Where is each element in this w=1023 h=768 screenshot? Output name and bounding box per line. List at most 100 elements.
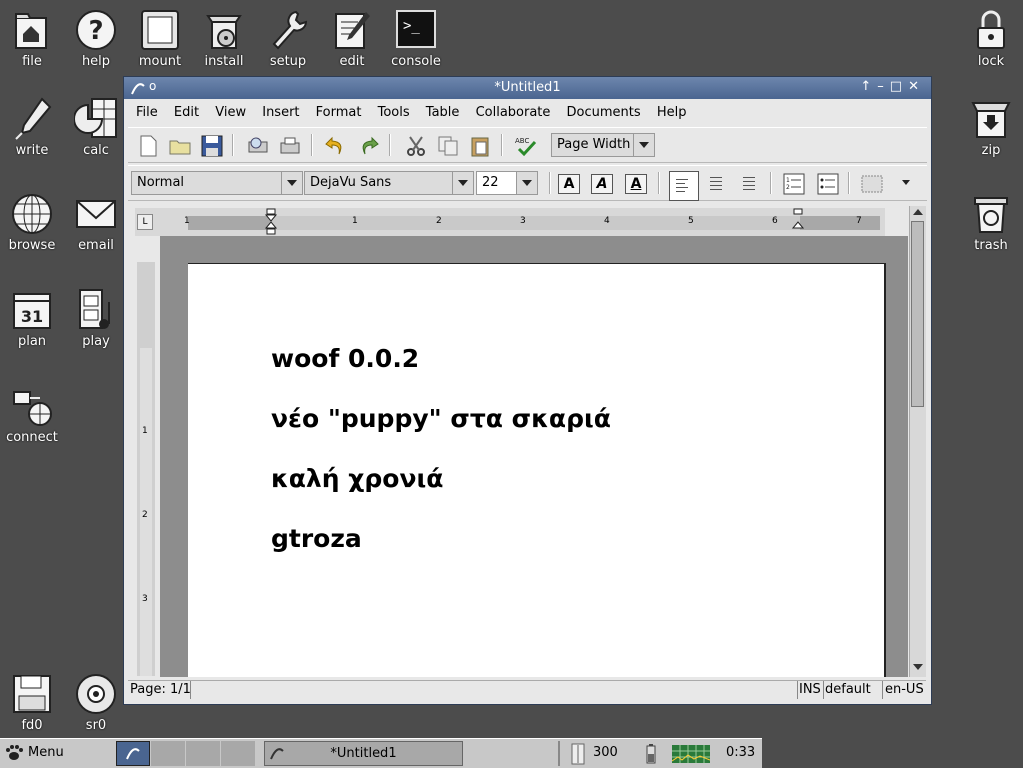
align-center-button[interactable] <box>704 172 728 196</box>
menu-documents[interactable]: Documents <box>567 105 641 120</box>
cut-icon[interactable] <box>404 134 428 158</box>
redo-icon[interactable] <box>356 134 380 158</box>
close-button[interactable]: ✕ <box>908 79 925 94</box>
desktop-icon-mount[interactable]: mount <box>128 8 192 69</box>
numbered-list-icon[interactable]: 12 <box>782 172 806 196</box>
desktop-icon-write[interactable]: write <box>0 97 64 158</box>
ruler-number: 2 <box>436 216 442 226</box>
desktop-icon-calc[interactable]: calc <box>64 97 128 158</box>
desktop-pager-1[interactable] <box>116 741 150 766</box>
start-menu-button[interactable]: Menu <box>2 741 92 766</box>
bold-button[interactable]: A <box>558 174 580 194</box>
clock[interactable]: 0:33 <box>726 745 755 760</box>
window-titlebar[interactable]: o *Untitled1 ↑–□✕ <box>124 77 931 99</box>
home-folder-icon <box>15 13 47 49</box>
chevron-down-icon[interactable] <box>516 172 537 194</box>
desktop-icon-help[interactable]: ? help <box>64 8 128 69</box>
desktop-icon-sr0[interactable]: sr0 <box>64 672 128 733</box>
desktop-icon-email[interactable]: email <box>64 192 128 253</box>
document-area[interactable]: woof 0.0.2 νέο "puppy" στα σκαριά καλή χ… <box>160 236 908 677</box>
chevron-down-icon[interactable] <box>281 172 302 194</box>
scroll-down-arrow[interactable] <box>913 664 923 670</box>
menu-table[interactable]: Table <box>426 105 460 120</box>
zoom-select[interactable]: Page Width <box>551 133 655 157</box>
desktop-icon-lock[interactable]: lock <box>959 8 1023 69</box>
paragraph-3[interactable]: καλή χρονιά <box>271 464 443 493</box>
app-icon <box>126 748 140 760</box>
desktop-icon-label: edit <box>339 54 365 69</box>
vertical-ruler[interactable]: 1 2 3 <box>137 262 155 676</box>
desktop-icon-label: install <box>204 54 244 69</box>
desktop-icon-file[interactable]: file <box>0 8 64 69</box>
battery-icon[interactable] <box>646 744 656 764</box>
chevron-down-icon[interactable] <box>633 134 654 156</box>
menu-edit[interactable]: Edit <box>174 105 199 120</box>
menu-collaborate[interactable]: Collaborate <box>476 105 551 120</box>
open-folder-icon[interactable] <box>168 134 192 158</box>
desktop-icon-browse[interactable]: browse <box>0 192 64 253</box>
scroll-up-arrow[interactable] <box>913 209 923 215</box>
network-plug-icon <box>13 391 52 426</box>
paw-icon <box>6 745 23 760</box>
desktop-icon-connect[interactable]: connect <box>0 384 64 445</box>
desktop-icon-fd0[interactable]: fd0 <box>0 672 64 733</box>
align-right-button[interactable] <box>737 172 761 196</box>
vertical-scrollbar[interactable] <box>909 206 926 677</box>
maximize-button[interactable]: □ <box>890 79 908 94</box>
paragraph-2[interactable]: νέο "puppy" στα σκαριά <box>271 404 611 433</box>
copy-icon[interactable] <box>436 134 460 158</box>
desktop-icon-console[interactable]: >_ console <box>384 8 448 69</box>
desktop-pager-3[interactable] <box>186 741 220 766</box>
desktop-pager-2[interactable] <box>151 741 185 766</box>
network-monitor-icon[interactable] <box>672 745 710 763</box>
new-document-icon[interactable] <box>136 134 160 158</box>
desktop-icon-play[interactable]: play <box>64 288 128 349</box>
horizontal-ruler[interactable]: L 1 1 2 3 4 5 6 7 <box>135 208 885 236</box>
align-left-button[interactable] <box>669 171 699 201</box>
right-indent-marker[interactable] <box>792 208 804 236</box>
desktop-icon-edit[interactable]: edit <box>320 8 384 69</box>
desktop-icon-zip[interactable]: zip <box>959 97 1023 158</box>
desktop-icon-install[interactable]: install <box>192 8 256 69</box>
style-select[interactable]: Normal <box>131 171 303 195</box>
desktop-pager-4[interactable] <box>221 741 255 766</box>
italic-button[interactable]: A <box>591 174 613 194</box>
font-size-select[interactable]: 22 <box>476 171 538 195</box>
print-preview-icon[interactable] <box>246 134 270 158</box>
left-indent-marker[interactable] <box>265 208 277 236</box>
paste-icon[interactable] <box>468 134 492 158</box>
spreadsheet-chart-icon <box>74 98 117 138</box>
document-page[interactable]: woof 0.0.2 νέο "puppy" στα σκαριά καλή χ… <box>188 263 886 677</box>
menu-help[interactable]: Help <box>657 105 687 120</box>
bullet-list-icon[interactable] <box>816 172 840 196</box>
ruler-margin-strip <box>270 216 800 230</box>
pin-icon[interactable]: ↑ <box>860 79 877 94</box>
chevron-down-icon[interactable] <box>452 172 473 194</box>
paragraph-1[interactable]: woof 0.0.2 <box>271 344 419 373</box>
desktop-icon-plan[interactable]: 31 plan <box>0 288 64 349</box>
menu-insert[interactable]: Insert <box>262 105 299 120</box>
frequency-icon[interactable] <box>568 743 588 765</box>
task-abiword[interactable]: *Untitled1 <box>264 741 463 766</box>
menu-tools[interactable]: Tools <box>378 105 410 120</box>
svg-text:2: 2 <box>786 184 790 191</box>
insert-table-icon[interactable] <box>860 172 884 196</box>
toolbar-overflow-icon[interactable] <box>902 180 910 185</box>
menu-format[interactable]: Format <box>316 105 362 120</box>
desktop-icon-trash[interactable]: trash <box>959 192 1023 253</box>
menu-view[interactable]: View <box>215 105 246 120</box>
scroll-thumb[interactable] <box>911 221 924 407</box>
desktop-icon-setup[interactable]: setup <box>256 8 320 69</box>
paragraph-4[interactable]: gtroza <box>271 524 362 553</box>
undo-icon[interactable] <box>324 134 348 158</box>
minimize-button[interactable]: – <box>877 79 890 94</box>
tab-stop-selector[interactable]: L <box>137 214 153 230</box>
spellcheck-icon[interactable]: ABC <box>514 134 538 158</box>
floppy-icon <box>13 675 51 713</box>
underline-button[interactable]: A <box>625 174 647 194</box>
menu-file[interactable]: File <box>136 105 158 120</box>
vruler-number: 1 <box>142 426 148 436</box>
print-icon[interactable] <box>278 134 302 158</box>
font-select[interactable]: DejaVu Sans <box>304 171 474 195</box>
save-icon[interactable] <box>200 134 224 158</box>
